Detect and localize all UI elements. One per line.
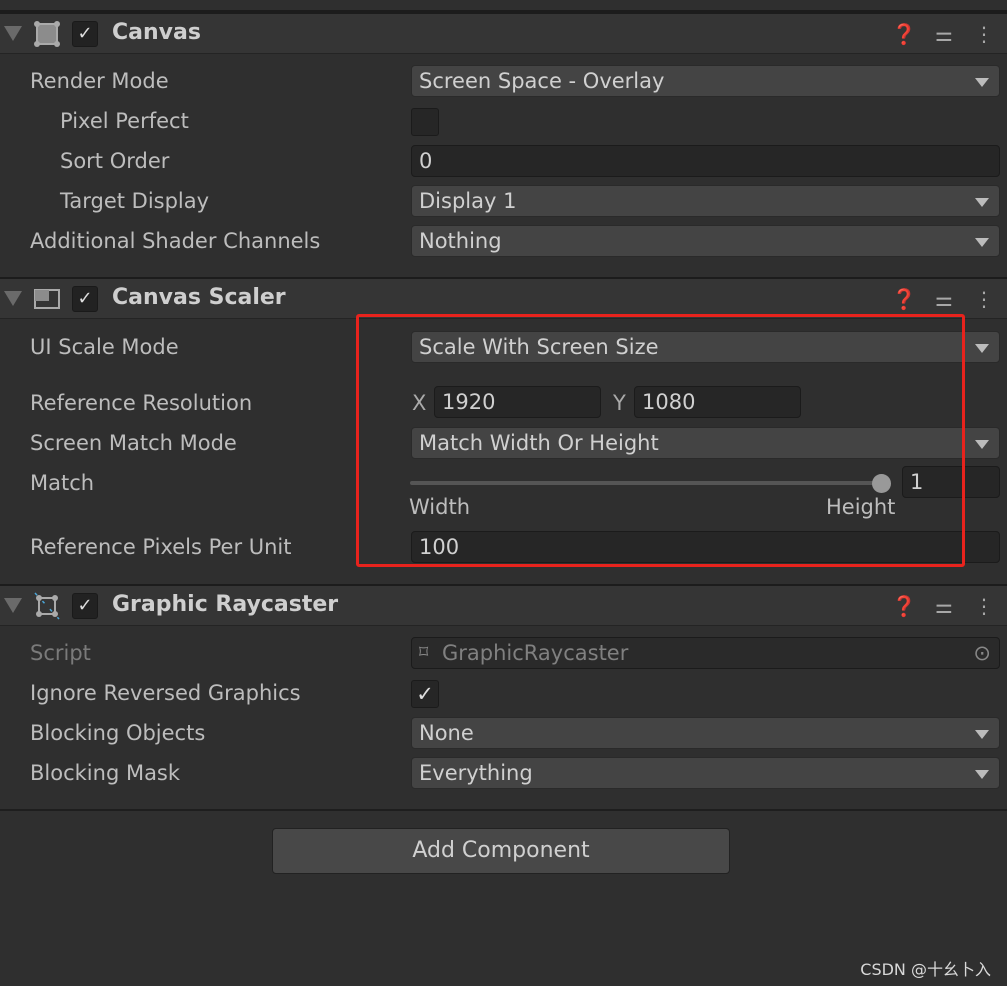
graphic-raycaster-enabled-checkbox[interactable]: ✓ — [72, 593, 98, 619]
resolution-x-input[interactable]: 1920 — [434, 386, 601, 418]
top-strip — [0, 0, 1007, 12]
shader-channels-dropdown[interactable]: Nothing — [411, 225, 1000, 257]
help-icon[interactable]: ❓ — [891, 594, 917, 618]
canvas-icon — [34, 21, 60, 47]
foldout-arrow-icon[interactable] — [4, 26, 22, 41]
preset-sliders-icon[interactable]: ⚌ — [931, 594, 957, 618]
add-component-button[interactable]: Add Component — [272, 828, 730, 874]
component-title: Graphic Raycaster — [112, 592, 339, 617]
blocking-objects-label: Blocking Objects — [30, 721, 206, 745]
target-display-label: Target Display — [60, 189, 210, 213]
pixel-perfect-checkbox[interactable] — [411, 108, 439, 136]
preset-sliders-icon[interactable]: ⚌ — [931, 22, 957, 46]
match-label: Match — [30, 471, 95, 495]
help-icon[interactable]: ❓ — [891, 22, 917, 46]
match-slider-track[interactable] — [410, 481, 882, 485]
graphic-raycaster-icon — [34, 592, 60, 620]
screen-match-mode-dropdown[interactable]: Match Width Or Height — [411, 427, 1000, 459]
watermark: CSDN @十幺卜入 — [860, 960, 991, 979]
slider-min-label: Width — [409, 495, 471, 519]
help-icon[interactable]: ❓ — [891, 287, 917, 311]
foldout-arrow-icon[interactable] — [4, 598, 22, 613]
dropdown-value: Display 1 — [419, 189, 517, 213]
dropdown-value: Everything — [419, 761, 533, 785]
pixel-perfect-label: Pixel Perfect — [60, 109, 189, 133]
foldout-arrow-icon[interactable] — [4, 291, 22, 306]
screen-match-mode-label: Screen Match Mode — [30, 431, 237, 455]
kebab-menu-icon[interactable]: ⋮ — [971, 594, 997, 618]
chevron-down-icon — [975, 440, 989, 449]
preset-sliders-icon[interactable]: ⚌ — [931, 287, 957, 311]
ignore-reversed-label: Ignore Reversed Graphics — [30, 681, 301, 705]
dropdown-value: Screen Space - Overlay — [419, 69, 665, 93]
match-slider-thumb[interactable] — [872, 474, 891, 493]
kebab-menu-icon[interactable]: ⋮ — [971, 22, 997, 46]
chevron-down-icon — [975, 78, 989, 87]
blocking-mask-label: Blocking Mask — [30, 761, 181, 785]
dropdown-value: Scale With Screen Size — [419, 335, 659, 359]
chevron-down-icon — [975, 770, 989, 779]
canvas-component-header[interactable]: ✓ Canvas ❓ ⚌ ⋮ — [0, 12, 1007, 54]
divider — [0, 809, 1007, 811]
chevron-down-icon — [975, 198, 989, 207]
reference-ppu-input[interactable]: 100 — [411, 531, 1000, 563]
dropdown-value: None — [419, 721, 474, 745]
canvas-enabled-checkbox[interactable]: ✓ — [72, 21, 98, 47]
graphic-raycaster-header[interactable]: ✓ Graphic Raycaster ❓ ⚌ ⋮ — [0, 584, 1007, 626]
match-value-input[interactable]: 1 — [902, 466, 1000, 498]
resolution-y-input[interactable]: 1080 — [634, 386, 801, 418]
ui-scale-mode-label: UI Scale Mode — [30, 335, 179, 359]
component-title: Canvas Scaler — [112, 285, 286, 310]
script-label: Script — [30, 641, 91, 665]
kebab-menu-icon[interactable]: ⋮ — [971, 287, 997, 311]
ignore-reversed-checkbox[interactable]: ✓ — [411, 680, 439, 708]
slider-max-label: Height — [826, 495, 896, 519]
script-value: GraphicRaycaster — [442, 641, 629, 665]
target-display-dropdown[interactable]: Display 1 — [411, 185, 1000, 217]
dropdown-value: Nothing — [419, 229, 502, 253]
object-picker-icon[interactable]: ⊙ — [973, 638, 991, 668]
y-label: Y — [613, 391, 626, 415]
component-title: Canvas — [112, 20, 201, 45]
reference-resolution-label: Reference Resolution — [30, 391, 253, 415]
canvas-scaler-enabled-checkbox[interactable]: ✓ — [72, 286, 98, 312]
reference-ppu-label: Reference Pixels Per Unit — [30, 535, 292, 559]
blocking-mask-dropdown[interactable]: Everything — [411, 757, 1000, 789]
sort-order-input[interactable]: 0 — [411, 145, 1000, 177]
dropdown-value: Match Width Or Height — [419, 431, 659, 455]
script-icon: ⌑ — [419, 642, 429, 663]
sort-order-label: Sort Order — [60, 149, 170, 173]
script-field: ⌑ GraphicRaycaster ⊙ — [411, 637, 1000, 669]
render-mode-label: Render Mode — [30, 69, 169, 93]
canvas-scaler-icon — [34, 289, 60, 309]
chevron-down-icon — [975, 238, 989, 247]
shader-channels-label: Additional Shader Channels — [30, 229, 321, 253]
render-mode-dropdown[interactable]: Screen Space - Overlay — [411, 65, 1000, 97]
chevron-down-icon — [975, 344, 989, 353]
ui-scale-mode-dropdown[interactable]: Scale With Screen Size — [411, 331, 1000, 363]
blocking-objects-dropdown[interactable]: None — [411, 717, 1000, 749]
chevron-down-icon — [975, 730, 989, 739]
x-label: X — [412, 391, 427, 415]
canvas-scaler-header[interactable]: ✓ Canvas Scaler ❓ ⚌ ⋮ — [0, 277, 1007, 319]
